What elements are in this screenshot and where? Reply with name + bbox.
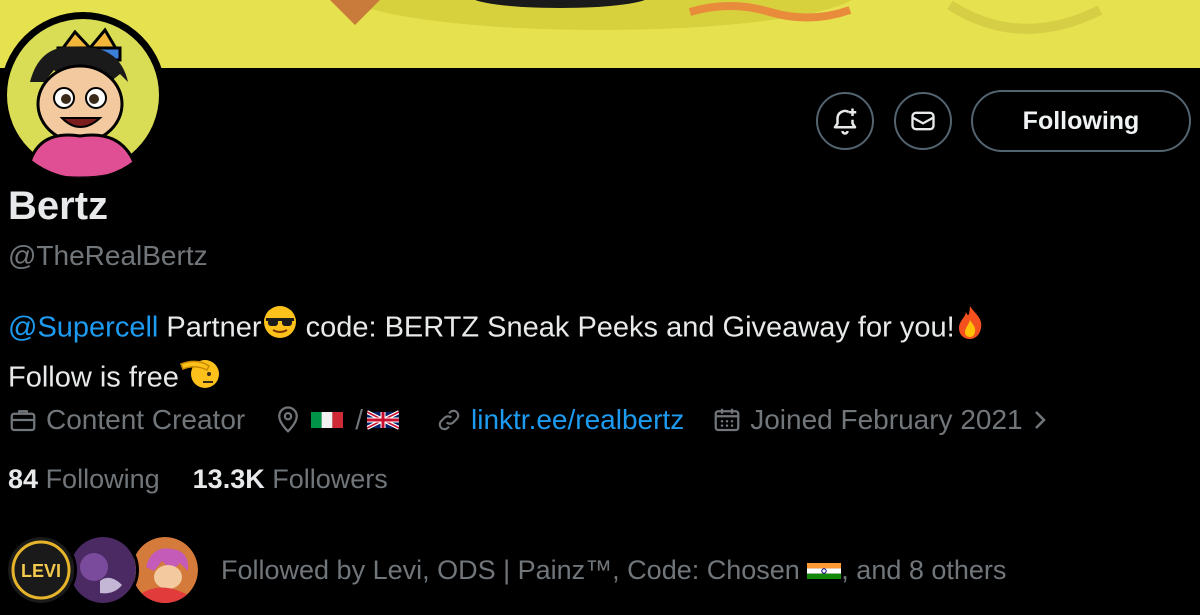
follower-avatar-label: LEVI <box>21 561 61 581</box>
briefcase-icon <box>10 410 36 432</box>
bio-line2: Follow is free <box>8 361 179 394</box>
profile-website[interactable]: linktr.ee/realbertz <box>435 404 684 436</box>
location-pin-icon <box>278 406 299 433</box>
username-handle: @TheRealBertz <box>8 240 208 271</box>
envelope-icon <box>911 111 935 131</box>
followers-count: 13.3K <box>192 464 265 494</box>
bio-mention-link[interactable]: @Supercell <box>8 312 158 344</box>
india-flag-icon <box>807 563 842 580</box>
notifications-button[interactable] <box>816 92 874 150</box>
bio-text-continued: code: BERTZ Sneak Peeks and Giveaway for… <box>297 311 955 344</box>
calendar-icon <box>714 408 740 432</box>
profile-joined[interactable]: Joined February 2021 <box>712 404 1058 436</box>
profile-meta: Content Creator / linktr.ee/realbertz Jo… <box>8 404 1087 436</box>
follower-avatar-levi: LEVI <box>5 534 77 606</box>
followers-stat[interactable]: 13.3K Followers <box>193 464 388 494</box>
followed-by-text[interactable]: Followed by Levi, ODS | Painz™, Code: Ch… <box>221 555 1006 586</box>
category-label: Content Creator <box>46 404 246 435</box>
following-label: Following <box>45 464 160 494</box>
follower-avatar-painz <box>129 534 201 606</box>
followed-by-suffix: , and 8 others <box>841 554 1007 585</box>
chevron-right-icon <box>1034 411 1046 429</box>
follower-avatar-ods <box>67 534 139 606</box>
followers-label: Followers <box>272 464 388 494</box>
fire-emoji-icon <box>955 304 985 354</box>
followed-by-prefix: Followed by Levi, ODS | Painz™, Code: Ch… <box>221 554 808 585</box>
following-count: 84 <box>8 464 39 494</box>
following-button[interactable]: Following <box>971 90 1191 152</box>
italy-flag-icon <box>311 412 344 428</box>
profile-category: Content Creator <box>8 404 245 436</box>
website-link[interactable]: linktr.ee/realbertz <box>471 404 684 436</box>
bio-text: Partner <box>158 311 262 344</box>
followed-by-section[interactable]: LEVI Followed by Levi, ODS | Painz™, Cod… <box>5 534 1006 606</box>
profile-stats: 84 Following 13.3K Followers <box>8 464 388 495</box>
uk-flag-icon <box>367 410 399 430</box>
profile-bio: @Supercell Partner code: BERTZ Sneak Pee… <box>8 304 985 404</box>
profile-location: / <box>273 404 407 436</box>
location-separator: / <box>355 404 363 435</box>
joined-date: Joined February 2021 <box>750 404 1023 435</box>
sunglasses-emoji-icon <box>262 304 298 354</box>
banner-artwork <box>330 0 1103 34</box>
saluting-face-emoji-icon <box>179 354 219 404</box>
display-name: Bertz <box>8 184 109 228</box>
profile-banner[interactable] <box>0 0 1200 68</box>
following-stat[interactable]: 84 Following <box>8 464 160 494</box>
bell-plus-icon <box>833 108 857 135</box>
profile-avatar[interactable] <box>0 12 166 178</box>
message-button[interactable] <box>894 92 952 150</box>
link-icon <box>438 409 460 431</box>
